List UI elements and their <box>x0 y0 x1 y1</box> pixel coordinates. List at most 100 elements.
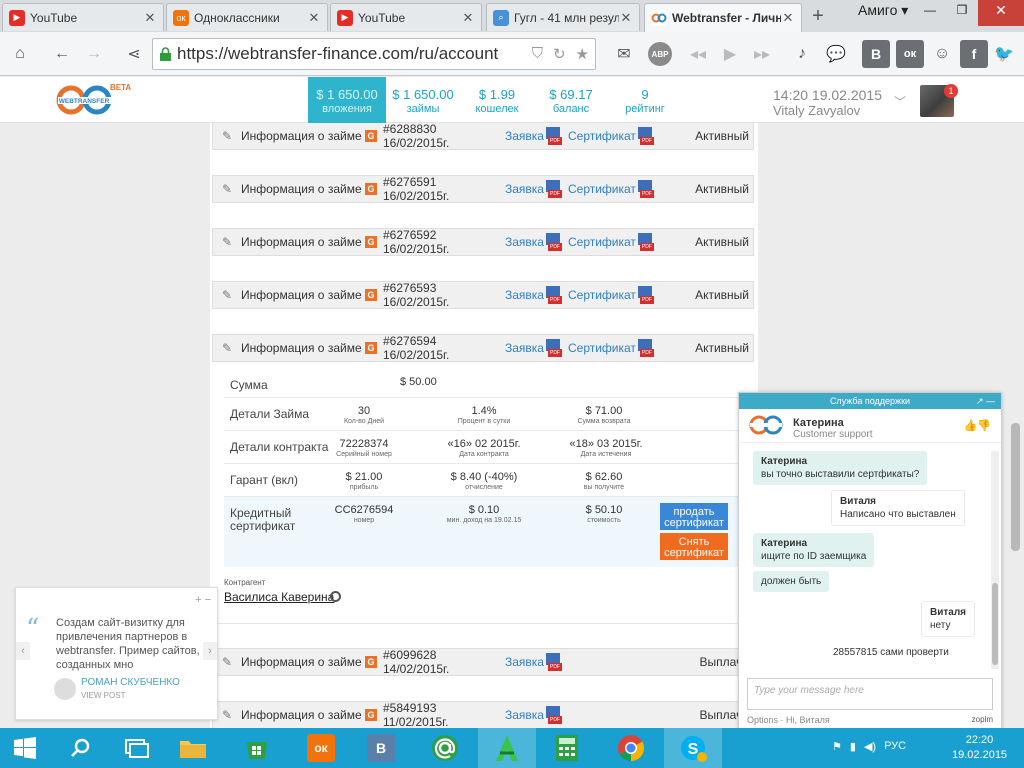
tab-google-search[interactable]: ⌕ Гугл - 41 млн резул ✕ <box>486 3 640 31</box>
facebook-icon[interactable]: f <box>960 40 988 68</box>
certificate-link[interactable]: Сертификат <box>568 129 636 143</box>
bookmark-star-icon[interactable]: ★ <box>576 45 589 63</box>
chat-message-input[interactable]: Type your message here <box>747 678 993 710</box>
sell-certificate-button[interactable]: продать сертификат <box>660 503 728 530</box>
windows-start-icon[interactable] <box>0 728 50 768</box>
play-icon[interactable]: ▶ <box>716 40 744 68</box>
tab-odnoklassniki[interactable]: ок Одноклассники ✕ <box>166 3 328 31</box>
network-icon[interactable]: ▮ <box>850 740 856 753</box>
stat-wallet[interactable]: $ 1.99 кошелек <box>460 77 534 123</box>
request-link[interactable]: Заявка <box>505 341 544 355</box>
pdf-icon[interactable] <box>545 127 562 145</box>
webtransfer-logo[interactable]: WEBTRANSFER BETA <box>54 83 134 116</box>
close-icon[interactable]: ✕ <box>461 10 475 26</box>
loan-row[interactable]: ✎ Информация о займе G #6276591 16/02/20… <box>212 175 754 203</box>
forward-icon[interactable]: → <box>80 40 108 68</box>
pencil-icon[interactable]: ✎ <box>213 235 241 249</box>
stat-rating[interactable]: 9 рейтинг <box>608 77 682 123</box>
home-icon[interactable]: ⌂ <box>6 40 34 68</box>
pdf-icon[interactable] <box>637 127 654 145</box>
close-window-icon[interactable]: ✕ <box>978 0 1024 26</box>
search-icon[interactable] <box>56 728 106 768</box>
certificate-link[interactable]: Сертификат <box>568 288 636 302</box>
pdf-icon[interactable] <box>545 286 562 304</box>
stat-balance[interactable]: $ 69.17 баланс <box>534 77 608 123</box>
pencil-icon[interactable]: ✎ <box>213 341 241 355</box>
close-icon[interactable]: ✕ <box>619 10 633 26</box>
task-view-icon[interactable] <box>112 728 162 768</box>
stat-loans[interactable]: $ 1 650.00 займы <box>386 77 460 123</box>
pdf-icon[interactable] <box>545 180 562 198</box>
request-link[interactable]: Заявка <box>505 655 544 669</box>
file-explorer-icon[interactable] <box>168 728 218 768</box>
windows-store-icon[interactable] <box>232 728 282 768</box>
skype-icon[interactable]: S <box>664 728 722 768</box>
pdf-icon[interactable] <box>637 339 654 357</box>
certificate-link[interactable]: Сертификат <box>568 341 636 355</box>
tab-webtransfer[interactable]: Webtransfer - Личн ✕ <box>644 3 802 32</box>
request-link[interactable]: Заявка <box>505 288 544 302</box>
music-note-icon[interactable]: ♪ <box>788 40 816 68</box>
loan-row-expanded[interactable]: ✎ Информация о займе G #6276594 16/02/20… <box>212 334 754 362</box>
pencil-icon[interactable]: ✎ <box>213 288 241 302</box>
chevron-down-icon[interactable]: ﹀ <box>894 93 906 110</box>
chevron-right-icon[interactable]: › <box>203 642 217 660</box>
request-link[interactable]: Заявка <box>505 182 544 196</box>
share-icon[interactable]: ⋖ <box>120 40 148 68</box>
widget-controls[interactable]: + − <box>195 594 211 606</box>
volume-icon[interactable]: ◀) <box>864 740 876 753</box>
shield-icon[interactable]: ⛉ <box>532 45 543 63</box>
close-icon[interactable]: ✕ <box>307 10 321 26</box>
counterparty-link[interactable]: Василиса Каверина <box>224 590 334 604</box>
pdf-icon[interactable] <box>637 180 654 198</box>
remove-certificate-button[interactable]: Снять сертификат <box>660 533 728 560</box>
odnoklassniki-icon[interactable]: ок <box>296 728 346 768</box>
amigo-browser-icon[interactable] <box>478 728 536 768</box>
twitter-icon[interactable]: 🐦 <box>990 40 1018 68</box>
chat-scrollbar[interactable] <box>991 451 999 669</box>
mail-icon[interactable]: ✉ <box>610 40 638 68</box>
back-icon[interactable]: ← <box>48 40 76 68</box>
loan-row[interactable]: ✎ Информация о займе G #6099628 14/02/20… <box>212 648 754 676</box>
fast-forward-icon[interactable]: ▸▸ <box>748 40 776 68</box>
pdf-icon[interactable] <box>545 339 562 357</box>
certificate-link[interactable]: Сертификат <box>568 182 636 196</box>
chrome-icon[interactable] <box>606 728 656 768</box>
adblock-icon[interactable]: ABP <box>648 42 672 66</box>
pdf-icon[interactable] <box>545 706 562 724</box>
flag-icon[interactable]: ⚑ <box>832 740 842 753</box>
request-link[interactable]: Заявка <box>505 708 544 722</box>
chat-bubbles-icon[interactable]: 💬 <box>822 40 850 68</box>
pdf-icon[interactable] <box>545 233 562 251</box>
loan-row[interactable]: ✎ Информация о займе G #6276592 16/02/20… <box>212 228 754 256</box>
close-icon[interactable]: ✕ <box>781 10 795 26</box>
view-post-link[interactable]: VIEW POST <box>81 691 125 700</box>
tab-youtube-2[interactable]: ▶ YouTube ✕ <box>330 3 482 31</box>
chat-header[interactable]: Служба поддержки ↗ — <box>739 393 1001 409</box>
restore-icon[interactable]: ❐ <box>946 0 978 26</box>
request-link[interactable]: Заявка <box>505 129 544 143</box>
keyboard-language[interactable]: РУС <box>884 740 906 753</box>
address-bar[interactable]: https://webtransfer-finance.com/ru/accou… <box>152 38 596 70</box>
ok-icon[interactable]: ок <box>896 40 924 68</box>
vk-icon[interactable]: В <box>356 728 406 768</box>
chat-options[interactable]: Options · Hi, Виталя <box>747 715 830 725</box>
new-tab-button[interactable]: + <box>804 5 832 29</box>
stat-investments[interactable]: $ 1 650.00 вложения <box>308 77 386 123</box>
calculator-icon[interactable] <box>542 728 592 768</box>
tab-youtube-1[interactable]: ▶ YouTube ✕ <box>2 3 164 31</box>
vk-icon[interactable]: В <box>862 40 890 68</box>
reload-icon[interactable]: ↻ <box>553 45 566 63</box>
close-icon[interactable]: ✕ <box>143 10 157 26</box>
pencil-icon[interactable]: ✎ <box>213 182 241 196</box>
people-icon[interactable]: ☺ <box>928 40 956 68</box>
request-link[interactable]: Заявка <box>505 235 544 249</box>
chevron-left-icon[interactable]: ‹ <box>16 642 30 660</box>
rewind-icon[interactable]: ◂◂ <box>684 40 712 68</box>
pdf-icon[interactable] <box>637 233 654 251</box>
page-scrollbar[interactable] <box>1007 123 1024 730</box>
loan-row[interactable]: ✎ Информация о займе G #5849193 11/02/20… <box>212 701 754 729</box>
certificate-link[interactable]: Сертификат <box>568 235 636 249</box>
browser-profile-menu[interactable]: Амиго ▾ <box>858 2 908 19</box>
pdf-icon[interactable] <box>545 653 562 671</box>
